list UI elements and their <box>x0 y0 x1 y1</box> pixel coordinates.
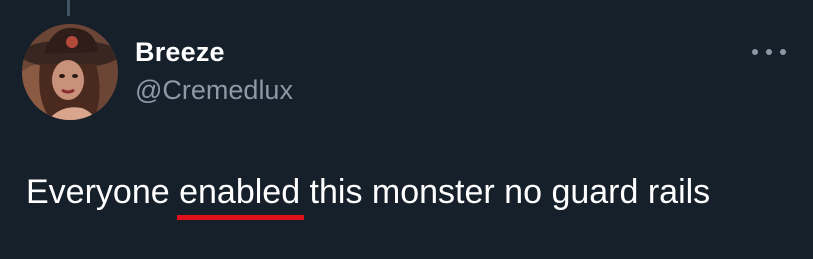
tweet-text-underlined-word: enabled <box>177 170 305 220</box>
more-horizontal-icon <box>752 49 786 55</box>
avatar-image <box>22 24 118 120</box>
tweet-text-before: Everyone <box>26 173 180 211</box>
tweet-text-after: this monster no guard rails <box>300 173 711 211</box>
avatar[interactable] <box>22 24 118 120</box>
thread-connector-line <box>67 0 70 16</box>
tweet-text: Everyone enabled this monster no guard r… <box>26 170 711 220</box>
more-options-button[interactable] <box>752 42 786 62</box>
author-handle[interactable]: @Cremedlux <box>135 72 293 108</box>
tweet-header: Breeze @Cremedlux <box>135 36 293 108</box>
author-display-name[interactable]: Breeze <box>135 36 293 68</box>
